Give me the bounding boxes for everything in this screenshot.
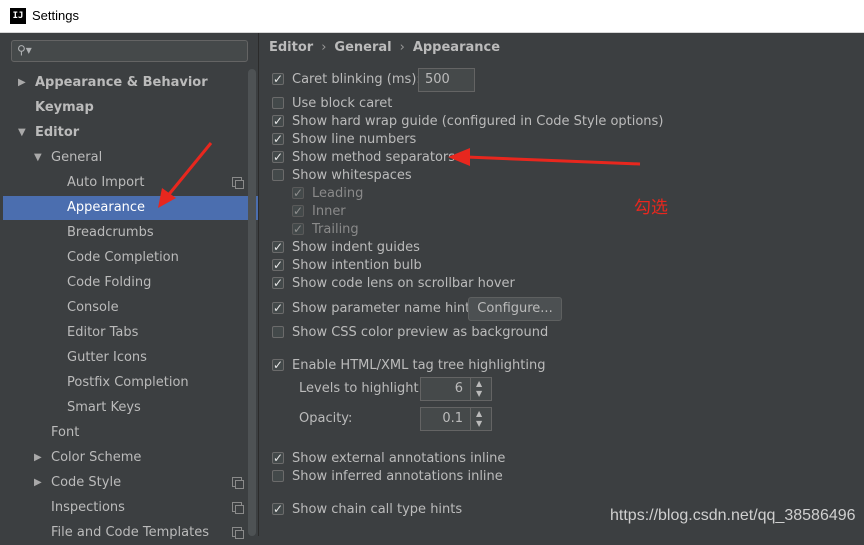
- annotation-note: 勾选: [634, 198, 668, 218]
- annotation-arrow-sidebar: [164, 142, 213, 199]
- annotation-arrows: [158, 142, 641, 208]
- annotation-arrowhead-option: [448, 148, 470, 166]
- annotation-arrow-option: [465, 155, 641, 166]
- watermark: https://blog.csdn.net/qq_38586496: [610, 507, 856, 524]
